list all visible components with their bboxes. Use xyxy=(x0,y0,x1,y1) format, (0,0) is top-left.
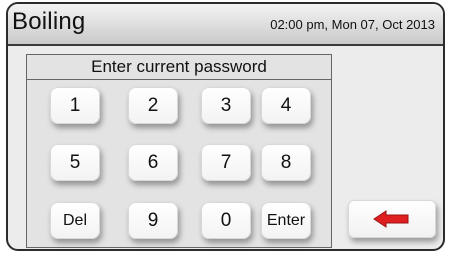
key-6[interactable]: 6 xyxy=(128,144,178,181)
key-2[interactable]: 2 xyxy=(128,87,178,124)
enter-key[interactable]: Enter xyxy=(261,202,311,239)
page-title: Boiling xyxy=(12,8,86,35)
datetime-label: 02:00 pm, Mon 07, Oct 2013 xyxy=(270,17,435,32)
back-button[interactable] xyxy=(348,200,436,238)
key-1[interactable]: 1 xyxy=(50,87,100,124)
left-arrow-icon xyxy=(373,210,409,228)
password-keypad-panel: Enter current password 1 2 3 4 5 6 7 8 D… xyxy=(26,54,332,248)
screen-frame: Boiling 02:00 pm, Mon 07, Oct 2013 Enter… xyxy=(6,2,445,251)
delete-key[interactable]: Del xyxy=(50,202,100,239)
key-5[interactable]: 5 xyxy=(50,144,100,181)
key-7[interactable]: 7 xyxy=(201,144,251,181)
key-8[interactable]: 8 xyxy=(261,144,311,181)
password-prompt: Enter current password xyxy=(27,55,331,80)
title-bar: Boiling 02:00 pm, Mon 07, Oct 2013 xyxy=(8,4,443,46)
key-9[interactable]: 9 xyxy=(128,202,178,239)
key-0[interactable]: 0 xyxy=(201,202,251,239)
key-4[interactable]: 4 xyxy=(261,87,311,124)
key-3[interactable]: 3 xyxy=(201,87,251,124)
